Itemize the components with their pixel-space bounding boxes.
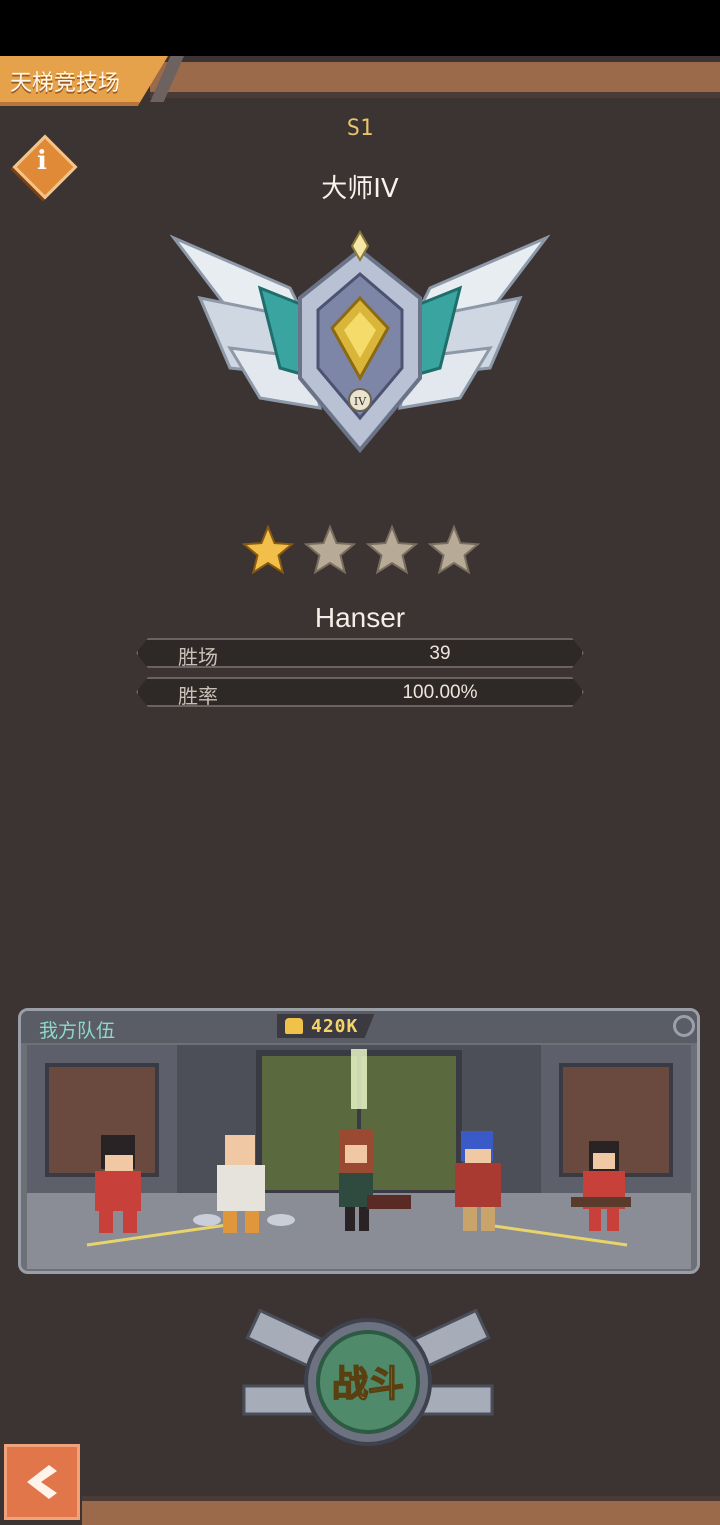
rank-stars xyxy=(241,524,481,575)
team-power: 420K xyxy=(277,1014,375,1038)
team-panel[interactable]: 我方队伍 420K xyxy=(18,1008,700,1274)
stat-value: 100.00% xyxy=(402,682,478,703)
star-empty-icon xyxy=(427,524,481,575)
fight-button[interactable]: 战斗 xyxy=(240,1306,496,1446)
stat-value: 39 xyxy=(429,643,451,664)
title-tab: 天梯竞技场 xyxy=(0,56,168,106)
team-power-value: 420K xyxy=(311,1015,359,1037)
rank-name: 大师IV xyxy=(321,174,399,204)
bottom-bar xyxy=(82,1496,720,1525)
season-label: S1 xyxy=(346,116,374,141)
fight-label: 战斗 xyxy=(332,1364,404,1405)
top-bar: 天梯竞技场 xyxy=(0,56,720,118)
fight-cannon-icon: 战斗 xyxy=(242,1308,494,1446)
team-scene xyxy=(27,1045,691,1269)
player-name: Hanser xyxy=(314,602,406,633)
chevron-left-icon xyxy=(27,1465,57,1499)
team-header: 我方队伍 420K xyxy=(21,1011,697,1043)
star-empty-icon xyxy=(303,524,357,575)
page-title: 天梯竞技场 xyxy=(10,71,121,96)
svg-text:IV: IV xyxy=(354,395,367,408)
status-bar xyxy=(0,0,720,56)
fist-icon xyxy=(285,1018,303,1034)
team-label: 我方队伍 xyxy=(39,1020,116,1042)
team-settings-icon[interactable] xyxy=(673,1015,695,1037)
stat-label: 胜场 xyxy=(178,645,218,669)
top-stripe xyxy=(150,62,720,98)
stat-row-winrate: 胜率 100.00% xyxy=(136,677,584,708)
rank-emblem: IV xyxy=(170,229,550,454)
star-filled-icon xyxy=(241,524,295,575)
stat-row-wins: 胜场 39 xyxy=(136,638,584,669)
stat-label: 胜率 xyxy=(178,684,218,708)
back-button[interactable] xyxy=(4,1444,80,1520)
star-empty-icon xyxy=(365,524,419,575)
